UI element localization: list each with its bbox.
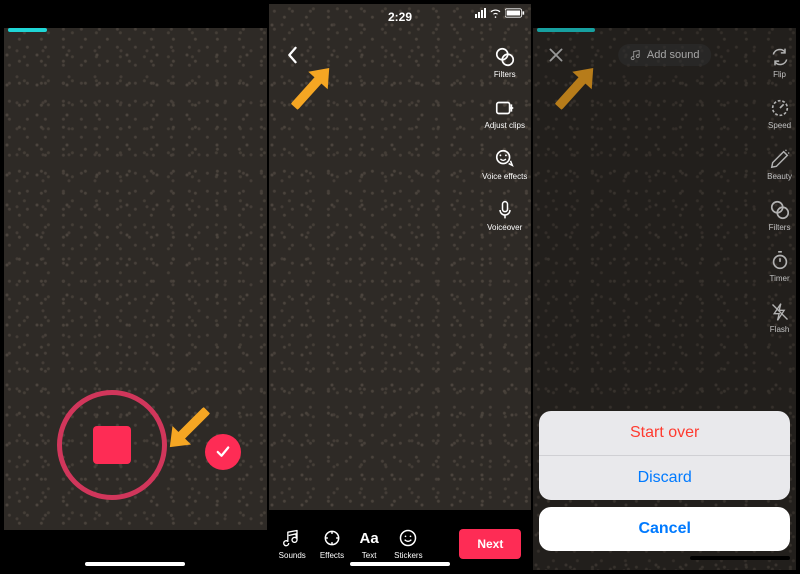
sidebar-item-filters[interactable]: Filters (494, 46, 516, 79)
signal-icon (475, 8, 486, 18)
screen-discard: Add sound Flip Speed Beauty Filters (533, 4, 796, 570)
back-button[interactable] (281, 44, 303, 66)
sidebar-item-voice-effects[interactable]: Voice effects (482, 148, 527, 181)
adjust-clips-icon (494, 97, 516, 119)
tool-label: Adjust clips (485, 121, 525, 130)
sheet-options: Start over Discard (539, 411, 790, 500)
screen-recording (4, 4, 267, 570)
tool-label: Sounds (279, 551, 306, 560)
voiceover-icon (495, 199, 515, 221)
bottom-effects[interactable]: Effects (320, 527, 344, 560)
bottom-text[interactable]: Aa Text (358, 527, 380, 560)
record-progress (8, 28, 47, 32)
wifi-icon (489, 8, 502, 18)
bottom-stickers[interactable]: Stickers (394, 527, 422, 560)
screen-edit: 2:29 Filters Adjust clips (269, 4, 532, 570)
tool-label: Filters (494, 70, 516, 79)
sidebar-item-voiceover[interactable]: Voiceover (487, 199, 522, 232)
tool-label: Voice effects (482, 172, 527, 181)
confirm-button[interactable] (205, 434, 241, 470)
text-icon: Aa (358, 527, 380, 549)
status-time: 2:29 (388, 10, 412, 24)
tool-label: Text (362, 551, 377, 560)
three-screen-layout: 2:29 Filters Adjust clips (0, 0, 800, 574)
edit-bottom-bar: Sounds Effects Aa Text Stickers Next (269, 510, 532, 570)
status-icons (475, 8, 525, 18)
record-button[interactable] (57, 390, 167, 500)
action-sheet: Start over Discard Cancel (539, 411, 790, 564)
start-over-button[interactable]: Start over (539, 411, 790, 455)
battery-icon (505, 8, 525, 18)
stickers-icon (398, 528, 418, 548)
sidebar-item-adjust-clips[interactable]: Adjust clips (485, 97, 525, 130)
tool-label: Voiceover (487, 223, 522, 232)
chevron-left-icon (285, 46, 299, 64)
home-indicator[interactable] (85, 562, 185, 566)
effects-icon (322, 528, 342, 548)
check-icon (214, 443, 232, 461)
next-button[interactable]: Next (459, 529, 521, 559)
tool-label: Effects (320, 551, 344, 560)
home-indicator[interactable] (350, 562, 450, 566)
status-area (4, 4, 267, 28)
home-indicator[interactable] (690, 556, 790, 560)
stop-icon (93, 426, 131, 464)
filters-icon (494, 46, 516, 68)
voice-effects-icon (494, 148, 516, 170)
sounds-icon (282, 528, 302, 548)
cancel-button[interactable]: Cancel (539, 507, 790, 551)
discard-button[interactable]: Discard (539, 455, 790, 500)
bottom-bar (4, 530, 267, 570)
edit-side-toolbar: Filters Adjust clips Voice effects Voice… (482, 46, 527, 232)
tool-label: Stickers (394, 551, 422, 560)
bottom-sounds[interactable]: Sounds (279, 527, 306, 560)
